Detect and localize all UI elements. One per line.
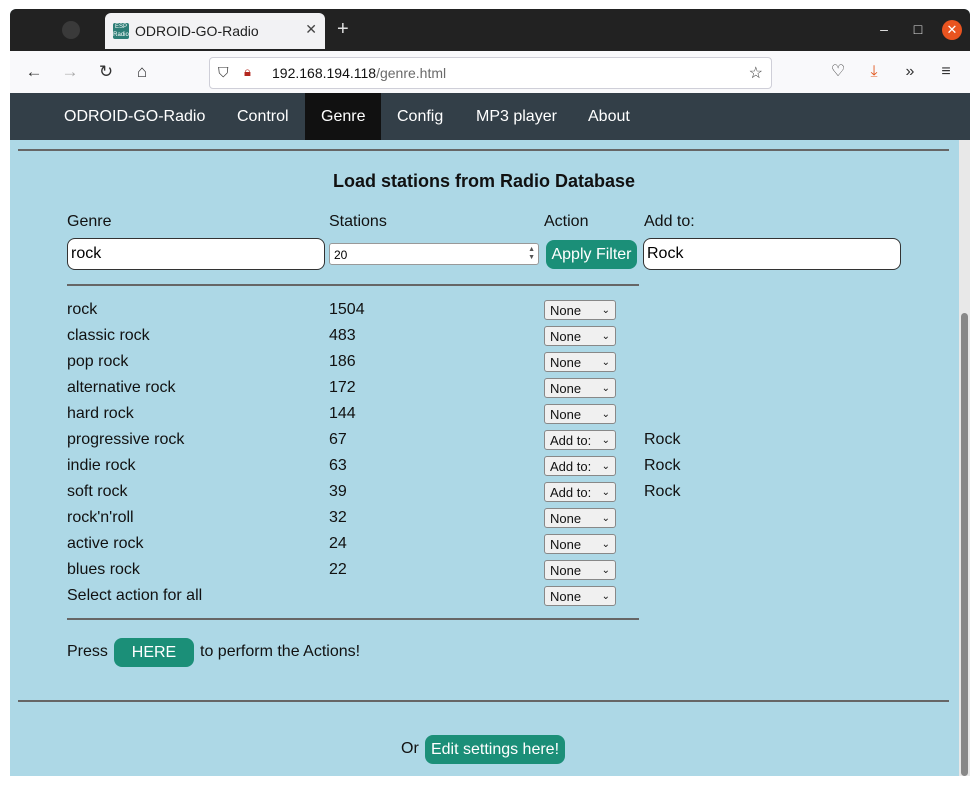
station-count: 1504	[329, 301, 365, 318]
station-count: 32	[329, 509, 347, 526]
browser-window: ESP Radio ODROID-GO-Radio ✕ + – □ ✕ ← → ↻…	[10, 9, 970, 776]
station-count: 144	[329, 405, 356, 422]
divider	[67, 284, 639, 286]
url-text: 192.168.194.118/genre.html	[272, 65, 447, 81]
genre-name: soft rock	[67, 483, 128, 500]
genre-name: hard rock	[67, 405, 134, 422]
nav-mp3-player[interactable]: MP3 player	[460, 93, 573, 140]
station-count: 39	[329, 483, 347, 500]
action-select[interactable]: None ⌄	[544, 300, 616, 320]
address-bar[interactable]: ⛉ 🔒︎ 192.168.194.118/genre.html ☆	[209, 57, 772, 89]
station-count: 172	[329, 379, 356, 396]
title-bar: ESP Radio ODROID-GO-Radio ✕ + – □ ✕	[10, 9, 970, 51]
add-to-target: Rock	[644, 431, 681, 448]
nav-home[interactable]: ODROID-GO-Radio	[48, 93, 221, 140]
genre-name: pop rock	[67, 353, 129, 370]
page-title: Load stations from Radio Database	[332, 171, 636, 191]
station-count: 67	[329, 431, 347, 448]
add-to-input[interactable]: Rock	[643, 238, 901, 270]
back-icon[interactable]: ←	[23, 61, 45, 83]
add-to-column-label: Add to:	[644, 213, 695, 230]
action-select[interactable]: None ⌄	[544, 404, 616, 424]
stations-column-label: Stations	[329, 213, 387, 230]
nav-config[interactable]: Config	[381, 93, 459, 140]
press-label: Press	[67, 643, 108, 660]
menu-icon[interactable]: ≡	[935, 61, 957, 83]
station-count: 22	[329, 561, 347, 578]
site-navbar: ODROID-GO-Radio Control Genre Config MP3…	[10, 93, 970, 140]
edit-settings-button[interactable]: Edit settings here!	[425, 735, 565, 764]
genre-name: indie rock	[67, 457, 136, 474]
genre-name: classic rock	[67, 327, 150, 344]
reload-icon[interactable]: ↻	[95, 61, 117, 83]
bookmark-star-icon[interactable]: ☆	[749, 63, 763, 83]
perform-label: to perform the Actions!	[200, 643, 361, 660]
pocket-icon[interactable]: ♡	[827, 61, 849, 83]
stations-count-input[interactable]: 20 ▲ ▼	[329, 243, 539, 265]
divider	[67, 618, 639, 620]
browser-tab[interactable]: ESP Radio ODROID-GO-Radio ✕	[105, 13, 325, 49]
genre-filter-input[interactable]: rock	[67, 238, 325, 270]
action-select[interactable]: None ⌄	[544, 326, 616, 346]
nav-genre[interactable]: Genre	[305, 93, 382, 140]
close-window-icon[interactable]: ✕	[942, 20, 962, 40]
download-icon[interactable]: ⤓	[863, 61, 885, 83]
browser-toolbar: ← → ↻ ⌂ ⛉ 🔒︎ 192.168.194.118/genre.html …	[10, 51, 970, 94]
new-tab-button[interactable]: +	[337, 19, 349, 39]
spinner-icon[interactable]: ▲ ▼	[528, 246, 535, 262]
station-count: 63	[329, 457, 347, 474]
genre-name: progressive rock	[67, 431, 185, 448]
or-label: Or	[401, 740, 419, 757]
perform-actions-button[interactable]: HERE	[114, 638, 194, 667]
action-select[interactable]: Add to: ⌄	[544, 456, 616, 476]
shield-icon[interactable]: ⛉	[218, 64, 229, 81]
genre-name: rock	[67, 301, 98, 318]
tab-close-icon[interactable]: ✕	[305, 21, 317, 38]
genre-name: blues rock	[67, 561, 140, 578]
add-to-target: Rock	[644, 457, 681, 474]
genre-name: active rock	[67, 535, 144, 552]
action-column-label: Action	[544, 213, 589, 230]
station-count: 483	[329, 327, 356, 344]
genre-name: rock'n'roll	[67, 509, 134, 526]
select-all-action[interactable]: None ⌄	[544, 586, 616, 606]
action-select[interactable]: None ⌄	[544, 352, 616, 372]
action-select[interactable]: None ⌄	[544, 534, 616, 554]
action-select[interactable]: Add to: ⌄	[544, 430, 616, 450]
insecure-lock-icon[interactable]: 🔒︎	[244, 64, 251, 80]
divider	[18, 700, 949, 702]
genre-name: alternative rock	[67, 379, 176, 396]
maximize-icon[interactable]: □	[908, 19, 928, 39]
esp-radio-favicon-icon: ESP Radio	[113, 23, 129, 39]
scrollbar-thumb[interactable]	[961, 313, 968, 776]
divider	[18, 149, 949, 151]
station-count: 24	[329, 535, 347, 552]
genre-column-label: Genre	[67, 213, 112, 230]
forward-icon[interactable]: →	[59, 61, 81, 83]
action-select[interactable]: None ⌄	[544, 508, 616, 528]
nav-control[interactable]: Control	[221, 93, 305, 140]
action-select[interactable]: Add to: ⌄	[544, 482, 616, 502]
nav-about[interactable]: About	[572, 93, 646, 140]
add-to-target: Rock	[644, 483, 681, 500]
minimize-icon[interactable]: –	[874, 19, 894, 39]
home-icon[interactable]: ⌂	[131, 61, 153, 83]
action-select[interactable]: None ⌄	[544, 378, 616, 398]
stations-count-value: 20	[334, 248, 348, 262]
apply-filter-button[interactable]: Apply Filter	[546, 240, 637, 269]
github-icon	[62, 21, 80, 39]
action-select[interactable]: None ⌄	[544, 560, 616, 580]
tab-title: ODROID-GO-Radio	[135, 23, 259, 39]
station-count: 186	[329, 353, 356, 370]
overflow-chevron-icon[interactable]: »	[899, 61, 921, 83]
select-all-label: Select action for all	[67, 587, 203, 604]
